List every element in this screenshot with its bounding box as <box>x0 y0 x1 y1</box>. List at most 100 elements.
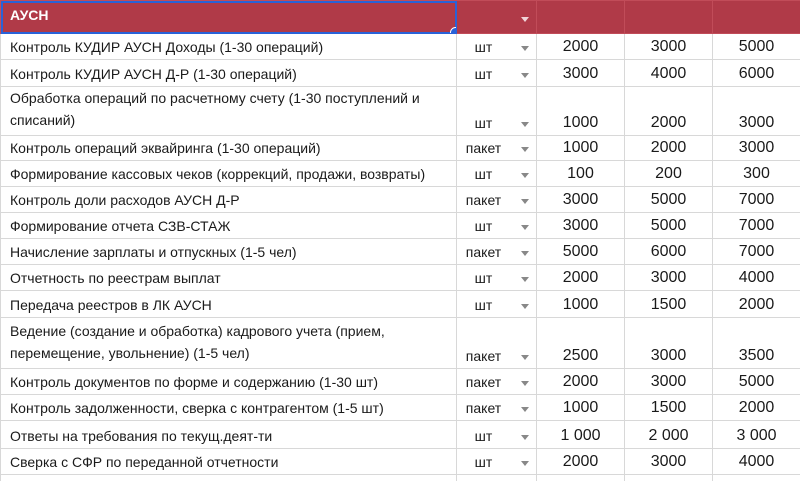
price-cell-3[interactable]: 3500 <box>713 318 800 369</box>
dropdown-arrow-icon[interactable] <box>521 251 529 256</box>
dropdown-arrow-icon[interactable] <box>521 46 529 51</box>
dropdown-arrow-icon[interactable] <box>521 17 529 22</box>
unit-cell[interactable]: пакет <box>457 187 537 213</box>
unit-cell[interactable]: пакет <box>457 369 537 395</box>
service-name-cell[interactable]: Ответы на требования по текущ.деят-ти <box>1 421 457 449</box>
service-name-cell[interactable]: Контроль КУДИР АУСН Д-Р (1-30 операций) <box>1 60 457 87</box>
price-cell-1[interactable]: 1000 <box>537 291 625 318</box>
price-cell-1[interactable]: 1000 <box>537 395 625 421</box>
unit-cell[interactable]: шт <box>457 265 537 291</box>
dropdown-arrow-icon[interactable] <box>521 147 529 152</box>
price-cell-3[interactable]: 300 <box>713 161 800 187</box>
price-cell-1[interactable]: 2000 <box>537 265 625 291</box>
unit-cell[interactable]: шт <box>457 421 537 449</box>
price-cell-3[interactable]: 7000 <box>713 187 800 213</box>
price-cell-2[interactable]: 3000 <box>625 34 713 60</box>
unit-cell[interactable]: шт <box>457 449 537 475</box>
unit-cell[interactable]: пакет <box>457 395 537 421</box>
price-cell-1[interactable]: 100 <box>537 161 625 187</box>
dropdown-arrow-icon[interactable] <box>521 435 529 440</box>
empty-cell[interactable] <box>537 475 625 481</box>
price-cell-2[interactable]: 200 <box>625 161 713 187</box>
dropdown-arrow-icon[interactable] <box>521 277 529 282</box>
price-cell-3[interactable]: 2000 <box>713 395 800 421</box>
dropdown-arrow-icon[interactable] <box>521 461 529 466</box>
unit-cell[interactable]: пакет <box>457 318 537 369</box>
service-name-cell[interactable]: Ведение (создание и обработка) кадрового… <box>1 318 457 369</box>
empty-cell[interactable] <box>1 475 457 481</box>
empty-cell[interactable] <box>457 475 537 481</box>
price-cell-1[interactable]: 3000 <box>537 60 625 87</box>
price-cell-3[interactable]: 5000 <box>713 369 800 395</box>
dropdown-arrow-icon[interactable] <box>521 173 529 178</box>
dropdown-arrow-icon[interactable] <box>521 381 529 386</box>
service-name-cell[interactable]: Контроль задолженности, сверка с контраг… <box>1 395 457 421</box>
price-cell-1[interactable]: 1000 <box>537 87 625 136</box>
price-cell-1[interactable]: 3000 <box>537 213 625 239</box>
price-cell-2[interactable]: 2000 <box>625 136 713 161</box>
price-cell-2[interactable]: 2000 <box>625 87 713 136</box>
price-cell-2[interactable]: 3000 <box>625 369 713 395</box>
service-name-cell[interactable]: Контроль операций эквайринга (1-30 опера… <box>1 136 457 161</box>
price-cell-3[interactable]: 3 000 <box>713 421 800 449</box>
price-cell-3[interactable]: 7000 <box>713 213 800 239</box>
price-cell-2[interactable]: 2 000 <box>625 421 713 449</box>
unit-cell[interactable]: шт <box>457 291 537 318</box>
dropdown-arrow-icon[interactable] <box>521 355 529 360</box>
price-cell-3[interactable]: 7000 <box>713 239 800 265</box>
price-cell-3[interactable]: 3000 <box>713 87 800 136</box>
section-title-cell[interactable]: АУСН <box>1 1 457 34</box>
price-cell-3[interactable]: 6000 <box>713 60 800 87</box>
price-cell-3[interactable]: 2000 <box>713 291 800 318</box>
empty-cell[interactable] <box>713 475 800 481</box>
price-cell-3[interactable]: 3000 <box>713 136 800 161</box>
price-cell-2[interactable]: 5000 <box>625 213 713 239</box>
price-cell-2[interactable]: 1500 <box>625 395 713 421</box>
unit-cell[interactable]: пакет <box>457 136 537 161</box>
service-name-cell[interactable]: Обработка операций по расчетному счету (… <box>1 87 457 136</box>
dropdown-arrow-icon[interactable] <box>521 407 529 412</box>
price-cell-1[interactable]: 5000 <box>537 239 625 265</box>
service-name-cell[interactable]: Формирование отчета СЗВ-СТАЖ <box>1 213 457 239</box>
service-name-cell[interactable]: Формирование кассовых чеков (коррекций, … <box>1 161 457 187</box>
unit-cell[interactable]: шт <box>457 34 537 60</box>
service-name-cell[interactable]: Контроль КУДИР АУСН Доходы (1-30 операци… <box>1 34 457 60</box>
service-name-cell[interactable]: Сверка с СФР по переданной отчетности <box>1 449 457 475</box>
price-cell-3[interactable]: 5000 <box>713 34 800 60</box>
price-cell-3[interactable]: 4000 <box>713 265 800 291</box>
header-price-cell-1[interactable] <box>537 1 625 34</box>
service-name-cell[interactable]: Отчетность по реестрам выплат <box>1 265 457 291</box>
service-name-cell[interactable]: Контроль документов по форме и содержани… <box>1 369 457 395</box>
price-cell-1[interactable]: 3000 <box>537 187 625 213</box>
header-price-cell-2[interactable] <box>625 1 713 34</box>
price-cell-1[interactable]: 2000 <box>537 34 625 60</box>
price-cell-2[interactable]: 3000 <box>625 449 713 475</box>
header-price-cell-3[interactable] <box>713 1 800 34</box>
price-cell-2[interactable]: 3000 <box>625 265 713 291</box>
price-cell-3[interactable]: 4000 <box>713 449 800 475</box>
price-cell-2[interactable]: 3000 <box>625 318 713 369</box>
price-cell-2[interactable]: 5000 <box>625 187 713 213</box>
dropdown-arrow-icon[interactable] <box>521 225 529 230</box>
price-cell-1[interactable]: 1 000 <box>537 421 625 449</box>
dropdown-arrow-icon[interactable] <box>521 73 529 78</box>
unit-cell[interactable]: пакет <box>457 239 537 265</box>
price-cell-2[interactable]: 1500 <box>625 291 713 318</box>
unit-cell[interactable]: шт <box>457 213 537 239</box>
price-cell-1[interactable]: 2500 <box>537 318 625 369</box>
service-name-cell[interactable]: Начисление зарплаты и отпускных (1-5 чел… <box>1 239 457 265</box>
dropdown-arrow-icon[interactable] <box>521 304 529 309</box>
price-cell-1[interactable]: 2000 <box>537 449 625 475</box>
price-cell-2[interactable]: 4000 <box>625 60 713 87</box>
dropdown-arrow-icon[interactable] <box>521 122 529 127</box>
unit-cell[interactable]: шт <box>457 161 537 187</box>
empty-cell[interactable] <box>625 475 713 481</box>
header-unit-cell[interactable] <box>457 1 537 34</box>
dropdown-arrow-icon[interactable] <box>521 199 529 204</box>
price-cell-1[interactable]: 2000 <box>537 369 625 395</box>
unit-cell[interactable]: шт <box>457 60 537 87</box>
service-name-cell[interactable]: Контроль доли расходов АУСН Д-Р <box>1 187 457 213</box>
price-cell-1[interactable]: 1000 <box>537 136 625 161</box>
price-cell-2[interactable]: 6000 <box>625 239 713 265</box>
unit-cell[interactable]: шт <box>457 87 537 136</box>
